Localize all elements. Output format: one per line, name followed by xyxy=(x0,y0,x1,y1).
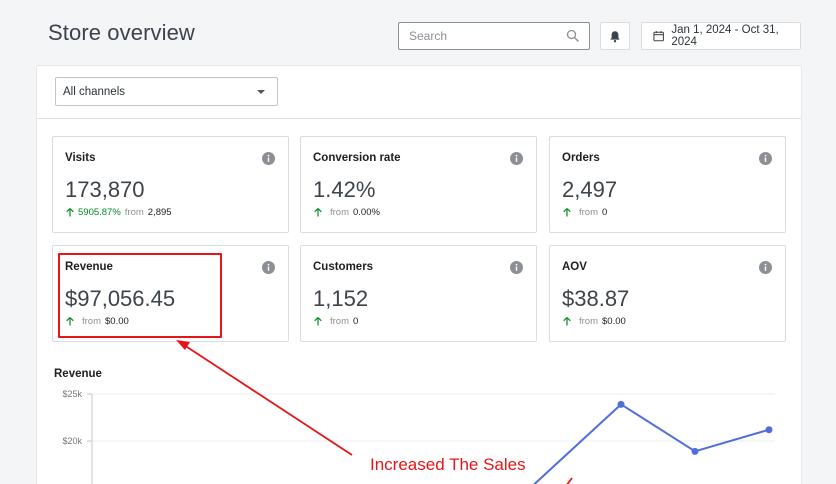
card-delta: from 0.00% xyxy=(314,207,380,218)
date-range-label: Jan 1, 2024 - Oct 31, 2024 xyxy=(671,24,779,48)
card-customers[interactable]: Customers 1,152 from 0 xyxy=(300,245,537,342)
card-delta-base: 0.00% xyxy=(353,207,380,218)
date-range-button[interactable]: Jan 1, 2024 - Oct 31, 2024 xyxy=(641,22,801,50)
search-box[interactable] xyxy=(398,22,590,50)
arrow-up-icon xyxy=(314,208,322,217)
card-aov[interactable]: AOV $38.87 from $0.00 xyxy=(549,245,786,342)
info-icon[interactable] xyxy=(510,152,523,165)
card-value: $97,056.45 xyxy=(65,286,176,311)
card-value: 2,497 xyxy=(562,177,618,202)
arrow-up-icon xyxy=(563,317,571,326)
card-label: Orders xyxy=(562,152,600,164)
arrow-up-icon xyxy=(314,317,322,326)
bell-icon xyxy=(610,30,620,42)
card-value: 1,152 xyxy=(313,286,369,311)
card-delta-from: from xyxy=(330,207,349,218)
channel-select-value: All channels xyxy=(63,85,126,98)
card-delta-percent: 5905.87% xyxy=(78,207,121,218)
card-delta: 5905.87% from 2,895 xyxy=(66,207,172,218)
card-delta: from $0.00 xyxy=(66,316,129,327)
card-delta-base: $0.00 xyxy=(105,316,129,327)
card-value: $38.87 xyxy=(562,286,630,311)
divider xyxy=(37,118,801,119)
card-delta: from 0 xyxy=(314,316,358,327)
card-visits[interactable]: Visits 173,870 5905.87% from 2,895 xyxy=(52,136,289,233)
card-label: Revenue xyxy=(65,261,113,273)
card-value: 173,870 xyxy=(65,177,145,202)
card-orders[interactable]: Orders 2,497 from 0 xyxy=(549,136,786,233)
card-value: 1.42% xyxy=(313,177,376,202)
notifications-button[interactable] xyxy=(600,22,630,50)
info-icon[interactable] xyxy=(510,261,523,274)
card-revenue[interactable]: Revenue $97,056.45 from $0.00 xyxy=(52,245,289,342)
card-delta-base: 0 xyxy=(602,207,608,218)
card-delta-from: from xyxy=(124,207,144,218)
card-label: Conversion rate xyxy=(313,152,401,164)
channel-select[interactable]: All channels xyxy=(55,77,278,106)
info-icon[interactable] xyxy=(262,152,275,165)
chevron-down-icon xyxy=(257,90,265,94)
card-delta: from $0.00 xyxy=(563,316,626,327)
card-label: Visits xyxy=(65,152,96,164)
arrow-up-icon xyxy=(563,208,571,217)
card-delta-from: from xyxy=(579,316,598,327)
calendar-icon xyxy=(653,31,664,42)
card-delta-base: 2,895 xyxy=(147,207,172,218)
card-delta-from: from xyxy=(330,316,349,327)
card-delta-base: 0 xyxy=(353,316,359,327)
search-icon[interactable] xyxy=(566,29,580,43)
annotation-text: Increased The Sales xyxy=(370,455,526,474)
search-input[interactable] xyxy=(399,23,559,49)
card-label: Customers xyxy=(313,261,374,273)
card-conversion-rate[interactable]: Conversion rate 1.42% from 0.00% xyxy=(300,136,537,233)
info-icon[interactable] xyxy=(759,152,772,165)
card-delta-from: from xyxy=(82,316,101,327)
arrow-up-icon xyxy=(66,208,74,217)
info-icon[interactable] xyxy=(759,261,772,274)
card-delta-base: $0.00 xyxy=(602,316,626,327)
card-delta-from: from xyxy=(579,207,598,218)
chart-title: Revenue xyxy=(54,368,102,380)
card-delta: from 0 xyxy=(563,207,607,218)
arrow-up-icon xyxy=(66,317,74,326)
card-label: AOV xyxy=(562,261,587,273)
page-title: Store overview xyxy=(48,20,195,45)
info-icon[interactable] xyxy=(262,261,275,274)
